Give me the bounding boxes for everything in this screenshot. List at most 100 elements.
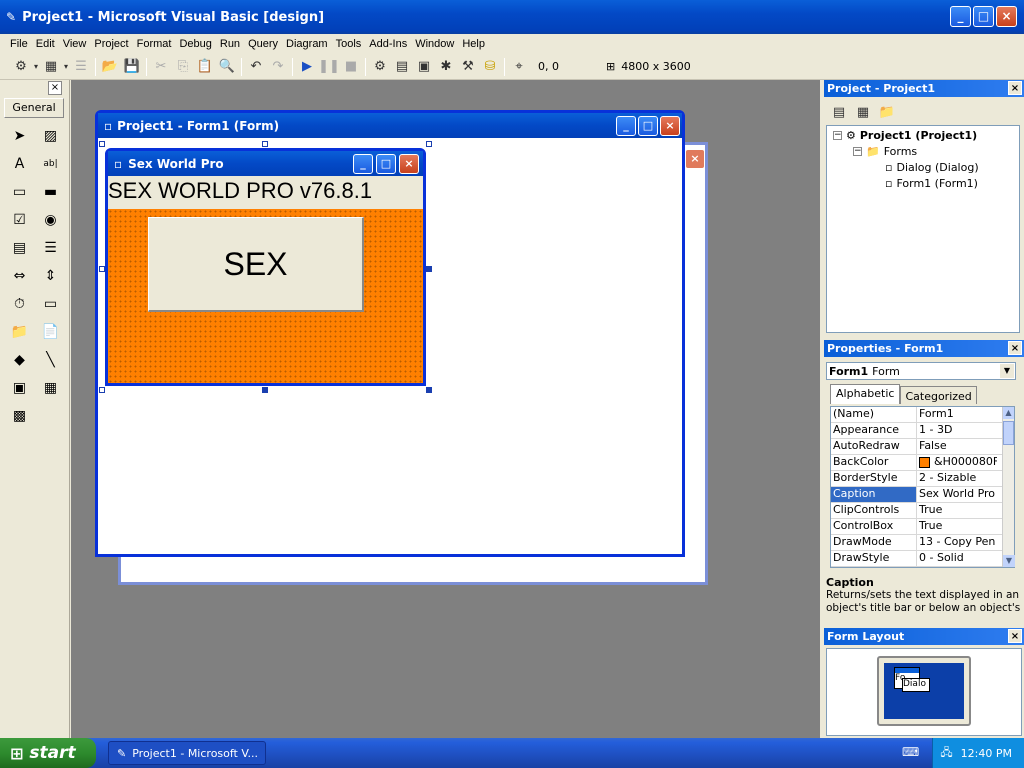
selection-handle[interactable] <box>426 387 432 393</box>
minimize-button[interactable]: _ <box>950 6 971 27</box>
close-button[interactable]: × <box>996 6 1017 27</box>
sex-command-button[interactable]: SEX <box>148 217 364 312</box>
menu-editor-icon[interactable]: ☰ <box>70 56 92 78</box>
form-body[interactable]: SEX <box>108 209 423 383</box>
properties-title-bar[interactable]: Properties - Form1 × <box>824 340 1024 357</box>
label-icon[interactable]: A <box>4 150 35 178</box>
hscrollbar-icon[interactable]: ⇔ <box>4 262 35 290</box>
property-row[interactable]: BackColor&H000080FF <box>831 455 1014 471</box>
property-value[interactable]: 0 - Solid <box>917 551 997 566</box>
collapse-icon[interactable]: − <box>853 147 862 156</box>
property-value[interactable]: &H000080FF <box>917 455 997 470</box>
property-row[interactable]: DrawStyle 0 - Solid <box>831 551 1014 567</box>
properties-close-icon[interactable]: × <box>1008 341 1022 355</box>
menu-diagram[interactable]: Diagram <box>282 38 332 50</box>
property-row[interactable]: DrawMode 13 - Copy Pen <box>831 535 1014 551</box>
menu-help[interactable]: Help <box>458 38 489 50</box>
selection-handle[interactable] <box>99 141 105 147</box>
layout-dialog-preview[interactable]: Dialo <box>902 678 930 692</box>
property-row[interactable]: AutoRedraw False <box>831 439 1014 455</box>
selection-handle[interactable] <box>262 141 268 147</box>
dropdown-arrow-icon[interactable]: ▾ <box>62 56 70 78</box>
combobox-icon[interactable]: ▤ <box>4 234 35 262</box>
menu-format[interactable]: Format <box>133 38 176 50</box>
menu-edit[interactable]: Edit <box>32 38 59 50</box>
drivelistbox-icon[interactable]: ▭ <box>35 290 66 318</box>
open-project-icon[interactable]: 📂 <box>99 56 121 78</box>
property-value[interactable]: Form1 <box>917 407 997 422</box>
dirlistbox-icon[interactable]: 📁 <box>4 318 35 346</box>
main-title-bar[interactable]: ✎ Project1 - Microsoft Visual Basic [des… <box>0 0 1024 34</box>
property-row[interactable]: ControlBox True <box>831 519 1014 535</box>
cut-icon[interactable]: ✂ <box>150 56 172 78</box>
project-explorer-icon[interactable]: ⚙ <box>369 56 391 78</box>
tree-root[interactable]: − ⚙ Project1 (Project1) <box>833 129 977 142</box>
toolbox-close-icon[interactable]: × <box>48 81 62 95</box>
keyboard-icon[interactable]: ⌨ <box>902 745 919 759</box>
undo-icon[interactable]: ↶ <box>245 56 267 78</box>
property-value[interactable]: 2 - Sizable <box>917 471 997 486</box>
tab-categorized[interactable]: Categorized <box>900 386 977 404</box>
designed-form[interactable]: ▫ Sex World Pro _ □ × SEX WORLD PRO v76.… <box>105 148 426 386</box>
find-icon[interactable]: 🔍 <box>216 56 238 78</box>
filelistbox-icon[interactable]: 📄 <box>35 318 66 346</box>
view-code-icon[interactable]: ▤ <box>828 101 850 123</box>
checkbox-icon[interactable]: ☑ <box>4 206 35 234</box>
selection-handle[interactable] <box>99 266 105 272</box>
form-minimize-button[interactable]: _ <box>616 116 636 136</box>
tree-item-dialog[interactable]: ▫ Dialog (Dialog) <box>885 161 979 174</box>
property-value[interactable]: True <box>917 503 997 518</box>
maximize-button[interactable]: □ <box>973 6 994 27</box>
dropdown-arrow-icon[interactable]: ▾ <box>32 56 40 78</box>
image-icon[interactable]: ▣ <box>4 374 35 402</box>
form-heading-label[interactable]: SEX WORLD PRO v76.8.1 <box>108 176 423 206</box>
collapse-icon[interactable]: − <box>833 131 842 140</box>
picture-box-icon[interactable]: ▨ <box>35 122 66 150</box>
scroll-thumb[interactable] <box>1003 421 1014 445</box>
project-explorer-title-bar[interactable]: Project - Project1 × <box>824 80 1024 97</box>
vscrollbar-icon[interactable]: ⇕ <box>35 262 66 290</box>
paste-icon[interactable]: 📋 <box>194 56 216 78</box>
property-row[interactable]: Caption Sex World Pro <box>831 487 1014 503</box>
designed-form-maximize-button[interactable]: □ <box>376 154 396 174</box>
menu-query[interactable]: Query <box>244 38 282 50</box>
property-row[interactable]: ClipControls True <box>831 503 1014 519</box>
property-row[interactable]: Appearance 1 - 3D <box>831 423 1014 439</box>
view-object-icon[interactable]: ▦ <box>852 101 874 123</box>
menu-window[interactable]: Window <box>411 38 458 50</box>
property-value[interactable]: 13 - Copy Pen <box>917 535 997 550</box>
selection-handle[interactable] <box>262 387 268 393</box>
property-value[interactable]: 1 - 3D <box>917 423 997 438</box>
menu-run[interactable]: Run <box>216 38 244 50</box>
selection-handle[interactable] <box>99 387 105 393</box>
menu-file[interactable]: File <box>6 38 32 50</box>
property-value[interactable]: Sex World Pro <box>917 487 997 502</box>
form-designer-title-bar[interactable]: ▫ Project1 - Form1 (Form) <box>98 113 682 138</box>
tree-forms-folder[interactable]: − 📁 Forms <box>853 145 917 158</box>
dialog-close-icon[interactable]: × <box>685 149 705 169</box>
tree-item-form1[interactable]: ▫ Form1 (Form1) <box>885 177 978 190</box>
toolbox-tab-general[interactable]: General <box>4 98 64 118</box>
menu-debug[interactable]: Debug <box>175 38 215 50</box>
start-icon[interactable]: ▶ <box>296 56 318 78</box>
form-close-button[interactable]: × <box>660 116 680 136</box>
form-maximize-button[interactable]: □ <box>638 116 658 136</box>
copy-icon[interactable]: ⎘ <box>172 56 194 78</box>
chevron-down-icon[interactable]: ▼ <box>1000 364 1014 378</box>
property-row[interactable]: (Name) Form1 <box>831 407 1014 423</box>
property-value[interactable]: False <box>917 439 997 454</box>
menu-project[interactable]: Project <box>90 38 132 50</box>
timer-icon[interactable]: ⏱ <box>4 290 35 318</box>
redo-icon[interactable]: ↷ <box>267 56 289 78</box>
designed-form-close-button[interactable]: × <box>399 154 419 174</box>
clock[interactable]: 12:40 PM <box>961 747 1012 760</box>
listbox-icon[interactable]: ☰ <box>35 234 66 262</box>
toggle-folders-icon[interactable]: 📁 <box>876 101 898 123</box>
start-button[interactable]: ⊞ start <box>0 738 96 768</box>
pointer-icon[interactable]: ➤ <box>4 122 35 150</box>
selection-handle[interactable] <box>426 141 432 147</box>
property-row[interactable]: BorderStyle 2 - Sizable <box>831 471 1014 487</box>
object-selector[interactable]: Form1 Form ▼ <box>826 362 1016 380</box>
add-form-icon[interactable]: ▦ <box>40 56 62 78</box>
end-icon[interactable]: ■ <box>340 56 362 78</box>
